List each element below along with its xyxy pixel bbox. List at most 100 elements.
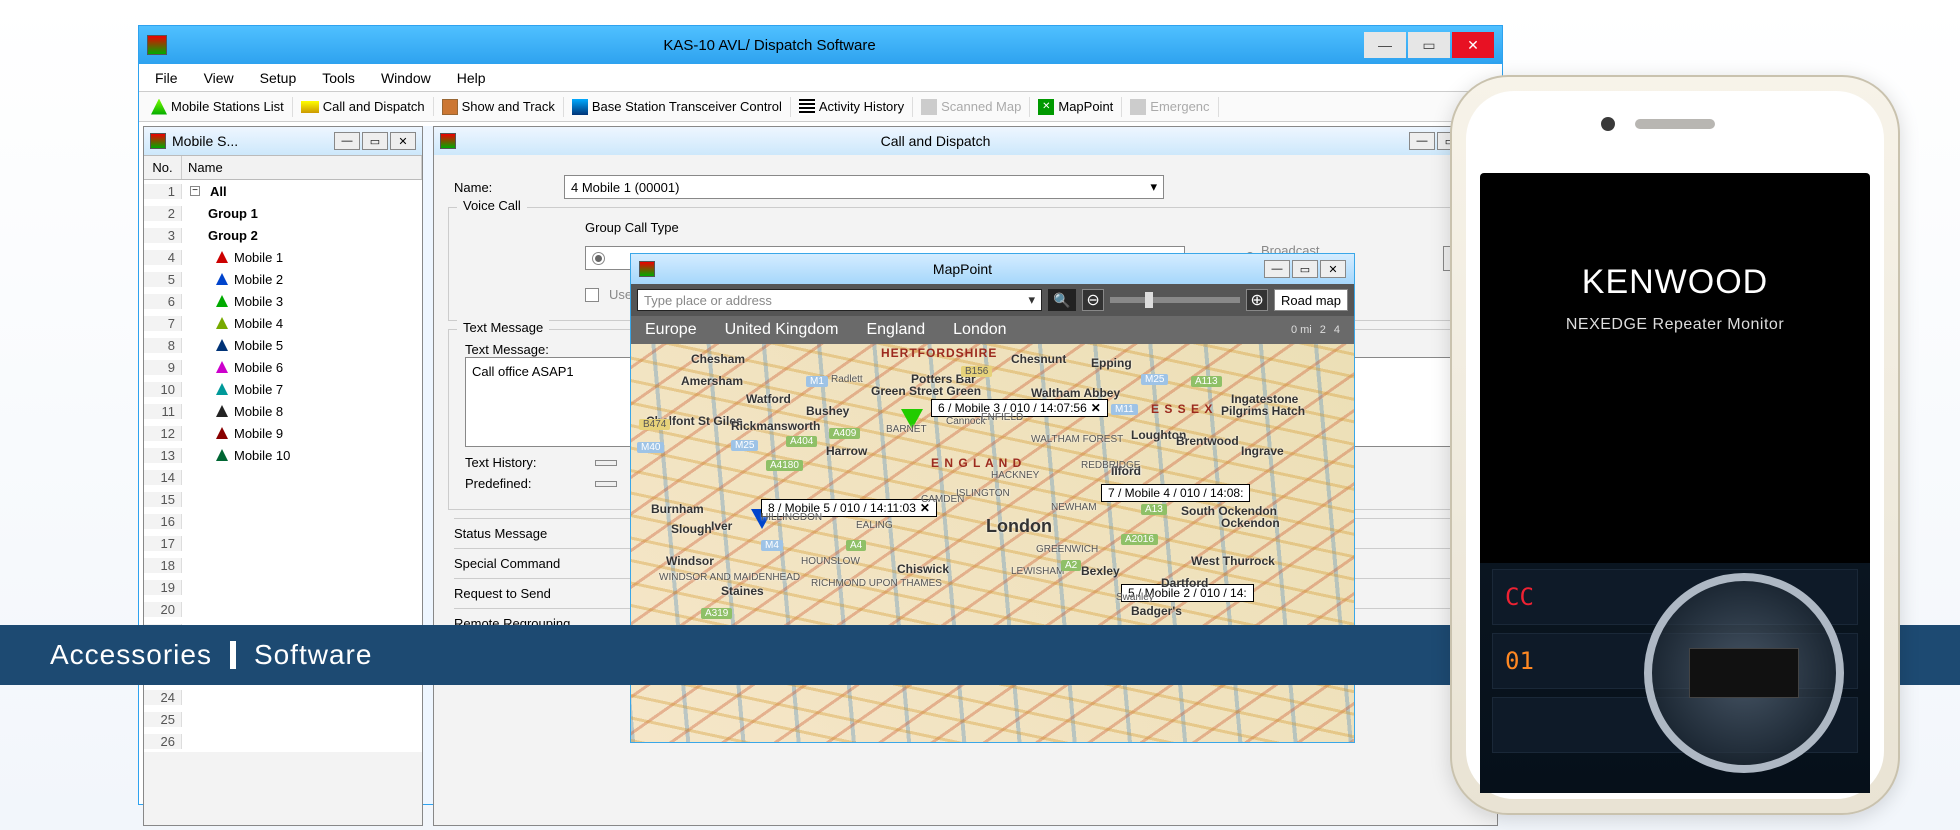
maximize-button[interactable]: ▭ (1292, 260, 1318, 278)
minimize-button[interactable]: — (334, 132, 360, 150)
tb-show-track[interactable]: Show and Track (434, 97, 564, 117)
table-row[interactable]: 4Mobile 1 (144, 246, 422, 268)
menu-help[interactable]: Help (447, 66, 496, 90)
minimize-button[interactable]: — (1409, 132, 1435, 150)
menu-setup[interactable]: Setup (250, 66, 307, 90)
minimize-button[interactable]: — (1364, 32, 1406, 58)
camera-icon (1601, 117, 1615, 131)
place-label: GREENWICH (1036, 544, 1098, 555)
table-row[interactable]: 24 (144, 686, 422, 708)
menu-view[interactable]: View (194, 66, 244, 90)
gear-icon (1130, 99, 1146, 115)
search-input[interactable]: Type place or address▾ (637, 289, 1042, 311)
phone-screen: KENWOOD NEXEDGE Repeater Monitor CC 01 (1480, 173, 1870, 793)
road-shield: M40 (637, 442, 664, 453)
maximize-button[interactable]: ▭ (1408, 32, 1450, 58)
banner-accessories: Accessories (50, 639, 212, 671)
table-row[interactable]: 2Group 1 (144, 202, 422, 224)
map-icon (442, 99, 458, 115)
table-row[interactable]: 26 (144, 730, 422, 752)
menu-tools[interactable]: Tools (312, 66, 365, 90)
digit-display: CC (1505, 583, 1534, 611)
tb-call-dispatch[interactable]: Call and Dispatch (293, 97, 434, 116)
place-label: Chesnunt (1011, 352, 1066, 366)
table-row[interactable]: 3Group 2 (144, 224, 422, 246)
road-shield: M1 (806, 376, 828, 387)
table-row[interactable]: 10Mobile 7 (144, 378, 422, 400)
map-mode-select[interactable]: Road map (1274, 289, 1348, 311)
table-row[interactable]: 15 (144, 488, 422, 510)
place-label: WALTHAM FOREST (1031, 434, 1123, 445)
app-subtitle: NEXEDGE Repeater Monitor (1566, 316, 1784, 334)
table-row[interactable]: 7Mobile 4 (144, 312, 422, 334)
road-shield: A409 (829, 428, 860, 439)
mp-titlebar[interactable]: MapPoint — ▭ ✕ (631, 254, 1354, 284)
county-label: HERTFORDSHIRE (881, 346, 997, 360)
zoom-slider[interactable] (1110, 297, 1240, 303)
table-row[interactable]: 25 (144, 708, 422, 730)
menu-file[interactable]: File (145, 66, 188, 90)
minimize-button[interactable]: — (1264, 260, 1290, 278)
mp-title: MapPoint (661, 261, 1264, 277)
place-label: Harrow (826, 444, 867, 458)
main-titlebar[interactable]: KAS-10 AVL/ Dispatch Software — ▭ ✕ (139, 26, 1502, 64)
tb-mobile-stations[interactable]: Mobile Stations List (143, 97, 293, 117)
table-row[interactable]: 1−All (144, 180, 422, 202)
col-no[interactable]: No. (144, 156, 182, 179)
menu-window[interactable]: Window (371, 66, 441, 90)
cd-titlebar[interactable]: Call and Dispatch —▭✕ (434, 127, 1497, 155)
table-row[interactable]: 14 (144, 466, 422, 488)
close-button[interactable]: ✕ (1452, 32, 1494, 58)
place-label: LEWISHAM (1011, 566, 1064, 577)
place-label: NEWHAM (1051, 502, 1097, 513)
county-label: E S S E X (1151, 402, 1213, 416)
table-row[interactable]: 20 (144, 598, 422, 620)
table-row[interactable]: 6Mobile 3 (144, 290, 422, 312)
place-label: London (986, 516, 1052, 537)
table-row[interactable]: 13Mobile 10 (144, 444, 422, 466)
place-label: Iver (711, 519, 732, 533)
place-label: EALING (856, 520, 893, 531)
table-row[interactable]: 11Mobile 8 (144, 400, 422, 422)
tb-mappoint[interactable]: ✕MapPoint (1030, 97, 1122, 117)
place-label: Rickmansworth (731, 419, 820, 433)
close-icon[interactable]: ✕ (1091, 401, 1101, 415)
place-label: RICHMOND UPON THAMES (811, 578, 942, 589)
history-button[interactable] (595, 460, 617, 466)
tb-activity[interactable]: Activity History (791, 97, 913, 117)
place-label: Waltham Abbey (1031, 386, 1120, 400)
app-title: KAS-10 AVL/ Dispatch Software (175, 37, 1364, 54)
place-label: Cannock (946, 416, 985, 427)
table-row[interactable]: 5Mobile 2 (144, 268, 422, 290)
divider (230, 641, 236, 669)
crumb-europe[interactable]: Europe (645, 321, 697, 339)
search-button[interactable]: 🔍 (1048, 289, 1076, 311)
lightning-icon (301, 101, 319, 113)
menubar: File View Setup Tools Window Help (139, 64, 1502, 92)
place-label: Badger's (1131, 604, 1182, 618)
zoom-in-button[interactable]: ⊕ (1246, 289, 1268, 311)
table-row[interactable]: 18 (144, 554, 422, 576)
place-label: Swanley (1116, 592, 1154, 603)
table-row[interactable]: 8Mobile 5 (144, 334, 422, 356)
table-row[interactable]: 16 (144, 510, 422, 532)
crumb-uk[interactable]: United Kingdom (725, 321, 839, 339)
maximize-button[interactable]: ▭ (362, 132, 388, 150)
crumb-england[interactable]: England (866, 321, 925, 339)
ms-titlebar[interactable]: Mobile S... —▭✕ (144, 127, 422, 155)
place-label: Amersham (681, 374, 743, 388)
close-button[interactable]: ✕ (1320, 260, 1346, 278)
table-row[interactable]: 9Mobile 6 (144, 356, 422, 378)
tb-base-station[interactable]: Base Station Transceiver Control (564, 97, 791, 117)
crumb-london[interactable]: London (953, 321, 1006, 339)
config-checkbox[interactable] (585, 288, 599, 302)
table-row[interactable]: 12Mobile 9 (144, 422, 422, 444)
unit-tag[interactable]: 7 / Mobile 4 / 010 / 14:08: (1101, 484, 1250, 502)
name-select[interactable]: 4 Mobile 1 (00001)▾ (564, 175, 1164, 199)
table-row[interactable]: 19 (144, 576, 422, 598)
predefined-button[interactable] (595, 481, 617, 487)
col-name[interactable]: Name (182, 156, 422, 179)
close-button[interactable]: ✕ (390, 132, 416, 150)
table-row[interactable]: 17 (144, 532, 422, 554)
zoom-out-button[interactable]: ⊖ (1082, 289, 1104, 311)
